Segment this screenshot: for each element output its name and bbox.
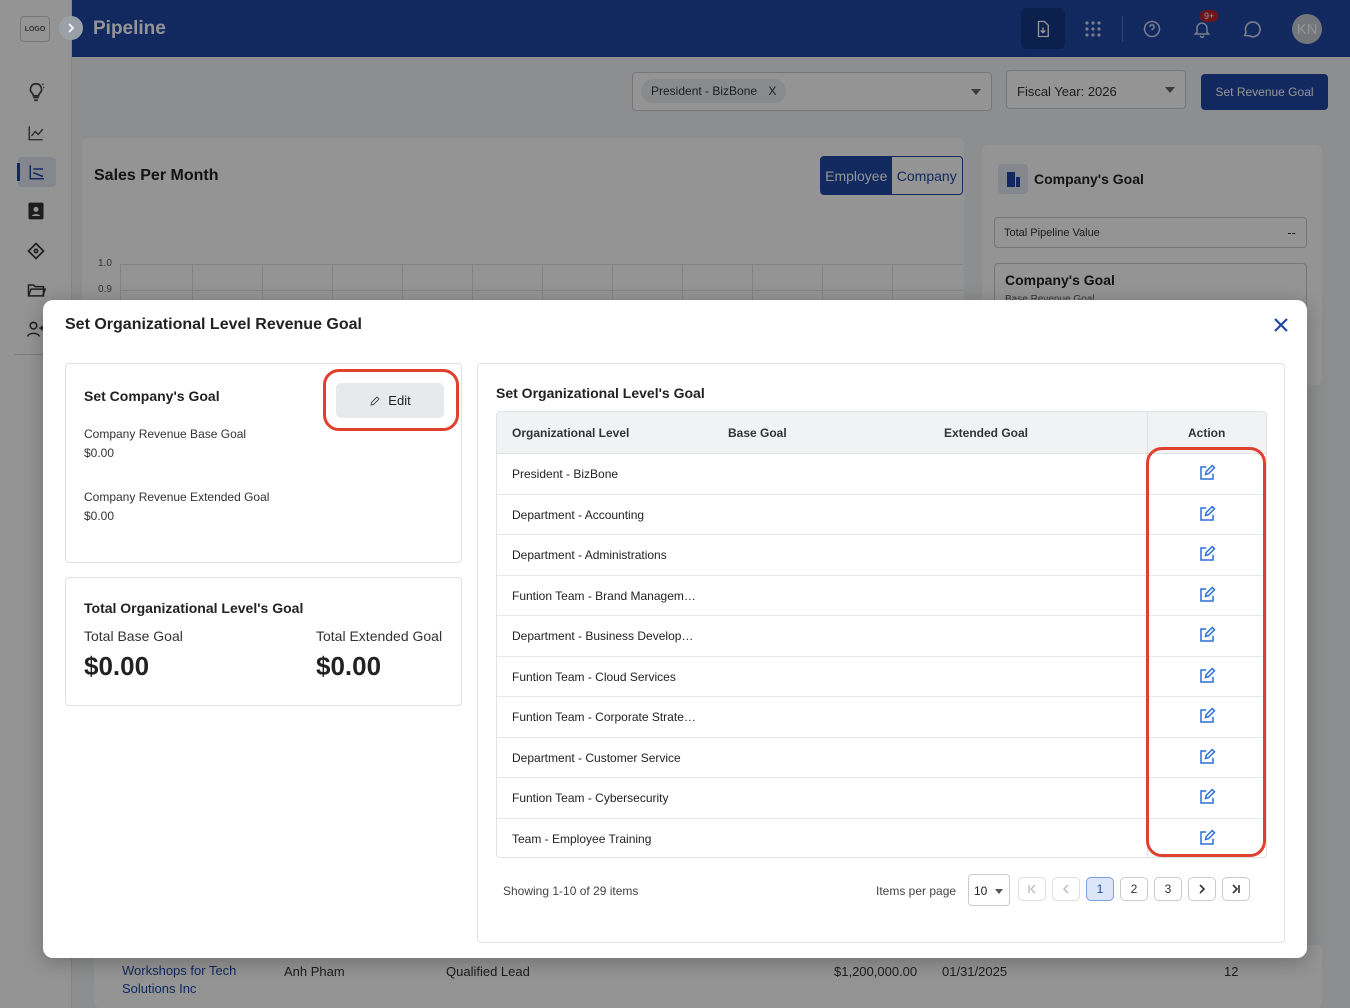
prev-page-button[interactable] bbox=[1052, 877, 1080, 901]
base-goal-value: $0.00 bbox=[84, 446, 115, 460]
header-org-level[interactable]: Organizational Level bbox=[512, 426, 629, 440]
page-button[interactable]: 2 bbox=[1120, 877, 1148, 901]
page-button[interactable]: 1 bbox=[1086, 877, 1114, 901]
total-extended-goal-value: $0.00 bbox=[316, 651, 382, 681]
extended-goal-label: Company Revenue Extended Goal bbox=[84, 490, 270, 504]
header-action: Action bbox=[1188, 426, 1226, 440]
org-level-name: Department - Accounting bbox=[512, 507, 645, 522]
header-base-goal[interactable]: Base Goal bbox=[728, 426, 787, 440]
org-level-name: Funtion Team - Cloud Services bbox=[512, 669, 676, 684]
last-page-button[interactable] bbox=[1222, 877, 1250, 901]
total-goal-heading: Total Organizational Level's Goal bbox=[84, 600, 304, 616]
org-level-name: Department - Business Develop… bbox=[512, 629, 694, 643]
total-base-goal-value: $0.00 bbox=[84, 651, 150, 681]
close-button[interactable] bbox=[1271, 315, 1291, 335]
org-level-name: President - BizBone bbox=[512, 467, 619, 481]
org-level-name: Department - Customer Service bbox=[512, 750, 681, 765]
page-button[interactable]: 3 bbox=[1154, 877, 1182, 901]
company-goal-heading: Set Company's Goal bbox=[84, 388, 220, 404]
org-level-heading: Set Organizational Level's Goal bbox=[496, 385, 705, 401]
org-level-name: Funtion Team - Corporate Strate… bbox=[512, 710, 696, 724]
close-icon bbox=[1274, 318, 1288, 332]
first-page-icon bbox=[1028, 884, 1036, 894]
highlight-annotation bbox=[1146, 447, 1266, 857]
base-goal-label: Company Revenue Base Goal bbox=[84, 427, 247, 441]
org-level-name: Team - Employee Training bbox=[512, 831, 652, 846]
items-per-page-label: Items per page bbox=[876, 884, 957, 898]
header-extended-goal[interactable]: Extended Goal bbox=[944, 426, 1028, 440]
extended-goal-value: $0.00 bbox=[84, 509, 115, 523]
chevron-left-icon bbox=[1063, 884, 1069, 894]
table-header: Organizational Level Base Goal Extended … bbox=[497, 412, 1266, 454]
total-base-goal-label: Total Base Goal bbox=[84, 628, 183, 644]
first-page-button[interactable] bbox=[1018, 877, 1046, 901]
modal-title: Set Organizational Level Revenue Goal bbox=[65, 316, 362, 333]
chevron-right-icon bbox=[1199, 884, 1206, 894]
highlight-annotation bbox=[323, 369, 459, 431]
total-goal-panel: Total Organizational Level's Goal Total … bbox=[65, 577, 462, 706]
chevron-down-icon bbox=[995, 889, 1003, 894]
revenue-goal-modal: Set Organizational Level Revenue Goal Se… bbox=[43, 300, 1307, 958]
expand-sidebar-button[interactable] bbox=[59, 16, 83, 40]
pagination-summary: Showing 1-10 of 29 items bbox=[503, 884, 639, 898]
org-level-name: Funtion Team - Cybersecurity bbox=[512, 791, 669, 805]
company-goal-panel: Set Company's Goal Edit Company Revenue … bbox=[65, 363, 462, 563]
org-level-name: Department - Administrations bbox=[512, 548, 667, 562]
total-extended-goal-label: Total Extended Goal bbox=[316, 628, 443, 644]
org-level-goal-panel: Set Organizational Level's Goal Organiza… bbox=[477, 363, 1285, 943]
org-level-name: Funtion Team - Brand Managem… bbox=[512, 588, 696, 603]
items-per-page-value: 10 bbox=[974, 884, 988, 898]
last-page-icon bbox=[1232, 884, 1240, 894]
items-per-page-select[interactable]: 10 bbox=[968, 874, 1010, 906]
next-page-button[interactable] bbox=[1188, 877, 1216, 901]
chevron-right-icon bbox=[68, 23, 75, 33]
